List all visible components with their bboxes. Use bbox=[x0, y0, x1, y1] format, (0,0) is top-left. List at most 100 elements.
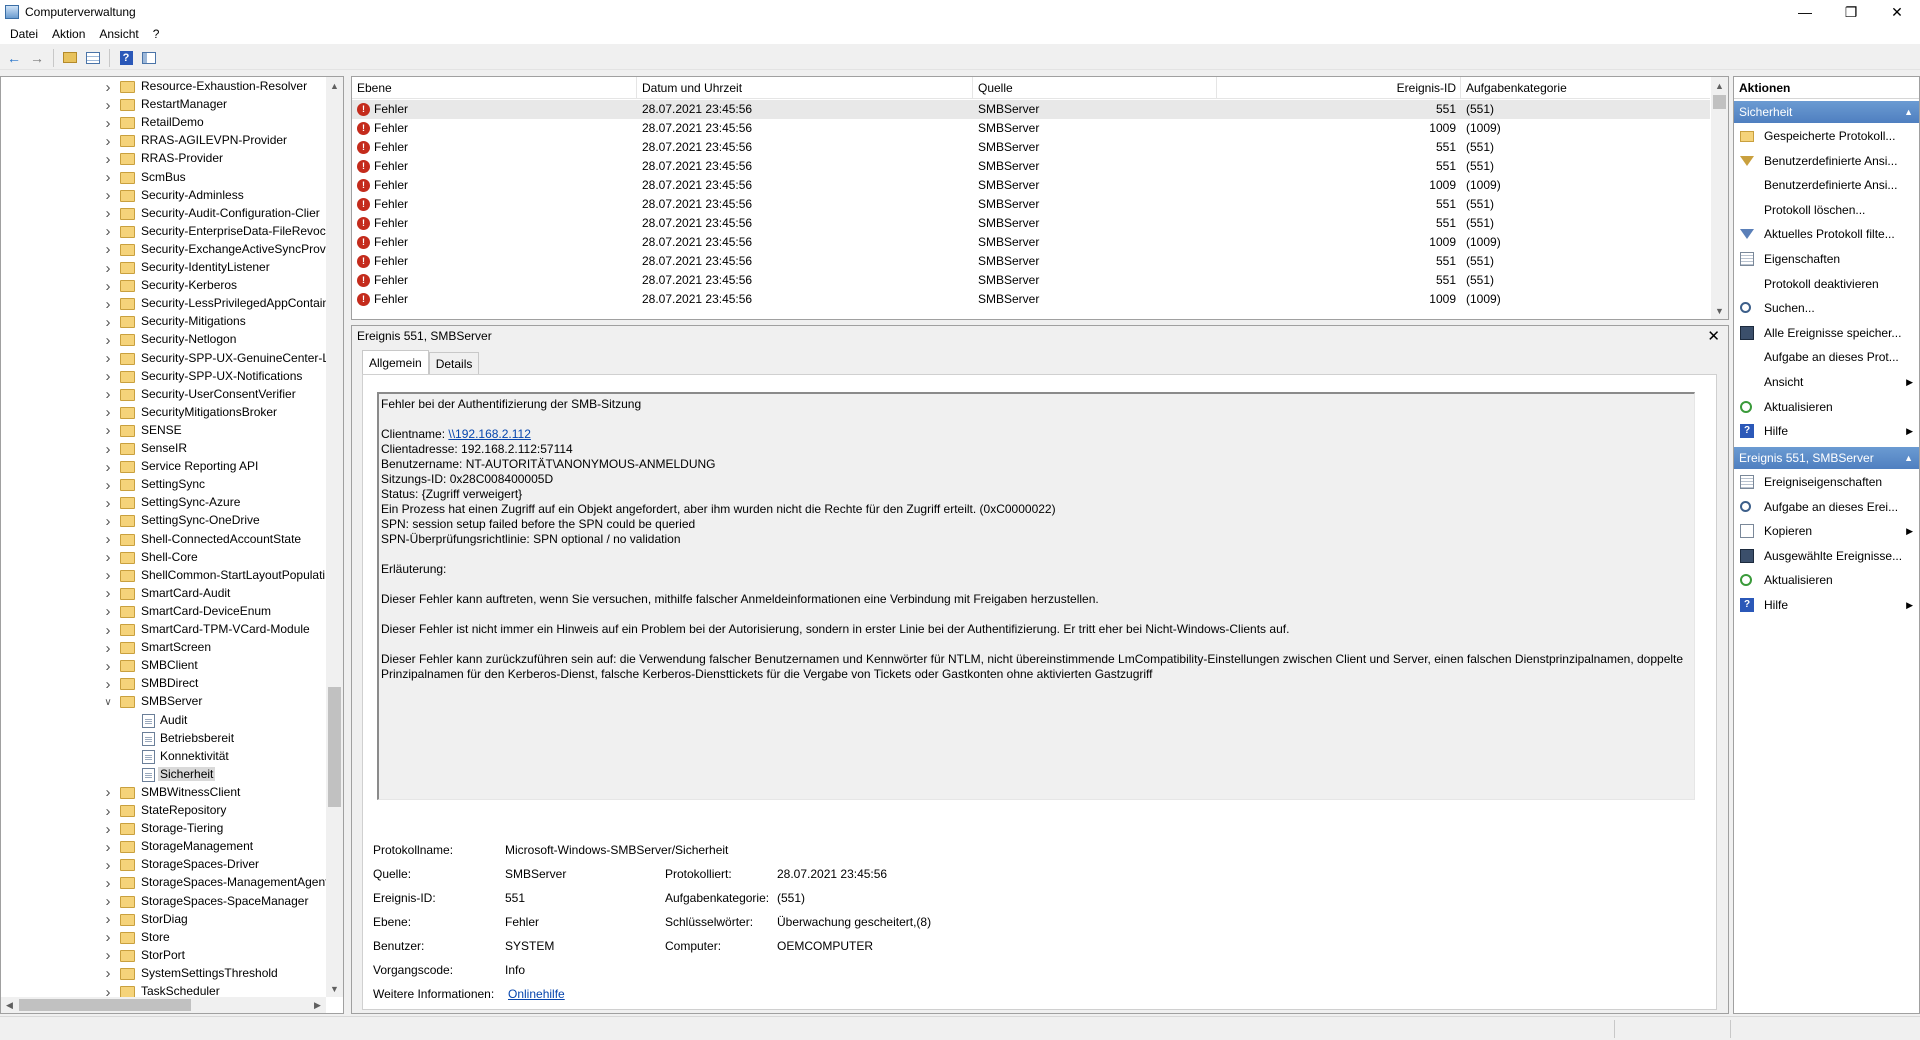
chevron-right-icon[interactable]: › bbox=[102, 640, 114, 657]
tree-folder-item[interactable]: › Security-UserConsentVerifier bbox=[1, 386, 326, 404]
tree-folder-item[interactable]: › SettingSync-Azure bbox=[1, 494, 326, 512]
actions-group-sicherheit[interactable]: Sicherheit ▲ bbox=[1734, 101, 1919, 123]
tree-folder-item[interactable]: › Security-IdentityListener bbox=[1, 259, 326, 277]
tree-folder-item[interactable]: ∨ SMBServer bbox=[1, 693, 326, 711]
column-ebene[interactable]: Ebene bbox=[352, 77, 637, 99]
chevron-right-icon[interactable]: › bbox=[102, 133, 114, 150]
tree-folder-item[interactable]: › SmartCard-TPM-VCard-Module bbox=[1, 621, 326, 639]
chevron-right-icon[interactable]: › bbox=[102, 404, 114, 421]
chevron-right-icon[interactable]: › bbox=[102, 422, 114, 439]
collapse-icon[interactable]: ▲ bbox=[1904, 447, 1913, 469]
action-item[interactable]: Protokoll deaktivieren bbox=[1734, 272, 1919, 296]
tree-folder-item[interactable]: › SystemSettingsThreshold bbox=[1, 965, 326, 983]
tree-vertical-scrollbar[interactable]: ▲ ▼ bbox=[326, 77, 343, 997]
chevron-right-icon[interactable]: › bbox=[102, 332, 114, 349]
tree-folder-item[interactable]: › TaskScheduler bbox=[1, 983, 326, 997]
tree-folder-item[interactable]: › Security-Adminless bbox=[1, 187, 326, 205]
show-hide-tree-icon[interactable] bbox=[83, 48, 103, 68]
chevron-right-icon[interactable]: › bbox=[102, 585, 114, 602]
tree-folder-item[interactable]: › Security-Audit-Configuration-Clier bbox=[1, 205, 326, 223]
chevron-right-icon[interactable]: › bbox=[102, 205, 114, 222]
tree-folder-item[interactable]: › StateRepository bbox=[1, 802, 326, 820]
events-scroll-thumb[interactable] bbox=[1713, 95, 1726, 109]
events-vertical-scrollbar[interactable]: ▲ ▼ bbox=[1711, 77, 1728, 319]
chevron-right-icon[interactable]: › bbox=[102, 911, 114, 928]
chevron-right-icon[interactable]: › bbox=[102, 965, 114, 982]
tree-folder-item[interactable]: › RRAS-AGILEVPN-Provider bbox=[1, 132, 326, 150]
chevron-right-icon[interactable]: › bbox=[102, 278, 114, 295]
chevron-right-icon[interactable]: › bbox=[102, 477, 114, 494]
tree-folder-item[interactable]: › Security-Kerberos bbox=[1, 277, 326, 295]
tree-folder-item[interactable]: › ScmBus bbox=[1, 169, 326, 187]
chevron-right-icon[interactable]: › bbox=[102, 350, 114, 367]
tree-folder-item[interactable]: › SmartCard-DeviceEnum bbox=[1, 603, 326, 621]
action-item[interactable]: Ansicht ▶ bbox=[1734, 370, 1919, 394]
chevron-right-icon[interactable]: › bbox=[102, 676, 114, 693]
tree-folder-item[interactable]: › SENSE bbox=[1, 422, 326, 440]
tree-folder-item[interactable]: › Storage-Tiering bbox=[1, 820, 326, 838]
chevron-right-icon[interactable]: › bbox=[102, 223, 114, 240]
close-button[interactable]: ✕ bbox=[1874, 0, 1920, 24]
tree-folder-item[interactable]: › StorDiag bbox=[1, 911, 326, 929]
action-item[interactable]: Ereigniseigenschaften bbox=[1734, 470, 1919, 494]
tree-folder-item[interactable]: › StorageSpaces-ManagementAgent bbox=[1, 874, 327, 892]
chevron-right-icon[interactable]: › bbox=[102, 603, 114, 620]
action-item[interactable]: Aufgabe an dieses Erei... bbox=[1734, 495, 1919, 519]
event-row[interactable]: ! Fehler 28.07.2021 23:45:56 SMBServer 551 (5… bbox=[352, 252, 1710, 271]
tree-folder-item[interactable]: › SettingSync-OneDrive bbox=[1, 512, 326, 530]
tree-folder-item[interactable]: › SMBWitnessClient bbox=[1, 784, 326, 802]
back-icon[interactable]: ← bbox=[4, 48, 24, 68]
chevron-down-icon[interactable]: ∨ bbox=[102, 697, 114, 708]
menu-datei[interactable]: Datei bbox=[3, 27, 45, 41]
event-row[interactable]: ! Fehler 28.07.2021 23:45:56 SMBServer 551 (5… bbox=[352, 157, 1710, 176]
help-icon[interactable]: ? bbox=[116, 48, 136, 68]
action-item[interactable]: Gespeicherte Protokoll... bbox=[1734, 124, 1919, 148]
chevron-right-icon[interactable]: › bbox=[102, 531, 114, 548]
action-item[interactable]: ? Hilfe ▶ bbox=[1734, 593, 1919, 617]
action-item[interactable]: Ausgewählte Ereignisse... bbox=[1734, 544, 1919, 568]
tree-log-item[interactable]: Konnektivität bbox=[1, 748, 326, 766]
event-row[interactable]: ! Fehler 28.07.2021 23:45:56 SMBServer 551 (5… bbox=[352, 195, 1710, 214]
column-aufgabenkategorie[interactable]: Aufgabenkategorie bbox=[1461, 77, 1710, 99]
tree-folder-item[interactable]: › Security-Netlogon bbox=[1, 331, 326, 349]
menu-ansicht[interactable]: Ansicht bbox=[92, 27, 145, 41]
action-pane-icon[interactable] bbox=[139, 48, 159, 68]
tree-folder-item[interactable]: › Service Reporting API bbox=[1, 458, 326, 476]
tree-folder-item[interactable]: › Shell-ConnectedAccountState bbox=[1, 531, 326, 549]
tree-folder-item[interactable]: › Security-LessPrivilegedAppContain bbox=[1, 295, 327, 313]
chevron-right-icon[interactable]: › bbox=[102, 803, 114, 820]
tree-folder-item[interactable]: › StorageSpaces-Driver bbox=[1, 856, 326, 874]
chevron-right-icon[interactable]: › bbox=[102, 97, 114, 114]
chevron-right-icon[interactable]: › bbox=[102, 260, 114, 277]
action-item[interactable]: Benutzerdefinierte Ansi... bbox=[1734, 173, 1919, 197]
chevron-right-icon[interactable]: › bbox=[102, 368, 114, 385]
chevron-right-icon[interactable]: › bbox=[102, 79, 114, 96]
chevron-right-icon[interactable]: › bbox=[102, 893, 114, 910]
tree-folder-item[interactable]: › SmartCard-Audit bbox=[1, 585, 326, 603]
minimize-button[interactable]: — bbox=[1782, 0, 1828, 24]
up-folder-icon[interactable] bbox=[60, 48, 80, 68]
tree-log-item[interactable]: Betriebsbereit bbox=[1, 730, 326, 748]
scroll-up-arrow-icon[interactable]: ▲ bbox=[1711, 77, 1728, 94]
tree-folder-item[interactable]: › StorPort bbox=[1, 947, 326, 965]
event-row[interactable]: ! Fehler 28.07.2021 23:45:56 SMBServer 551 (5… bbox=[352, 214, 1710, 233]
tree-folder-item[interactable]: › SMBClient bbox=[1, 657, 326, 675]
menu-aktion[interactable]: Aktion bbox=[45, 27, 92, 41]
chevron-right-icon[interactable]: › bbox=[102, 386, 114, 403]
restore-button[interactable]: ❐ bbox=[1828, 0, 1874, 24]
tree-folder-item[interactable]: › SettingSync bbox=[1, 476, 326, 494]
chevron-right-icon[interactable]: › bbox=[102, 169, 114, 186]
action-item[interactable]: Suchen... bbox=[1734, 296, 1919, 320]
chevron-right-icon[interactable]: › bbox=[102, 658, 114, 675]
action-item[interactable]: Benutzerdefinierte Ansi... bbox=[1734, 149, 1919, 173]
chevron-right-icon[interactable]: › bbox=[102, 984, 114, 998]
tree-folder-item[interactable]: › SenseIR bbox=[1, 440, 326, 458]
event-row[interactable]: ! Fehler 28.07.2021 23:45:56 SMBServer 551 (5… bbox=[352, 100, 1710, 119]
client-name-link[interactable]: \\192.168.2.112 bbox=[448, 427, 531, 441]
tree-folder-item[interactable]: › StorageManagement bbox=[1, 838, 326, 856]
chevron-right-icon[interactable]: › bbox=[102, 567, 114, 584]
chevron-right-icon[interactable]: › bbox=[102, 821, 114, 838]
tree-folder-item[interactable]: › Store bbox=[1, 929, 326, 947]
chevron-right-icon[interactable]: › bbox=[102, 875, 114, 892]
event-row[interactable]: ! Fehler 28.07.2021 23:45:56 SMBServer 1009 (… bbox=[352, 119, 1710, 138]
